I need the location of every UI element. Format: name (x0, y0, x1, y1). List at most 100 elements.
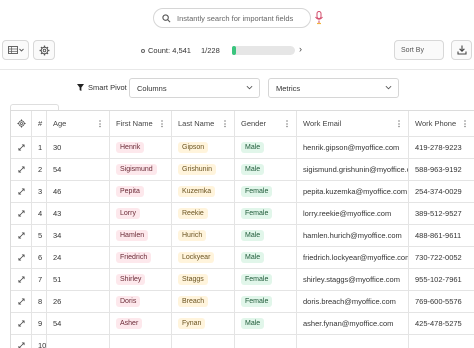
cell-age[interactable]: 54 (47, 313, 110, 334)
table-row[interactable]: 3 46 Pepita Kuzemka Female pepita.kuzemka@myo… (11, 181, 474, 203)
cell-work-phone[interactable]: 419-278-9223 (409, 137, 474, 158)
search-input[interactable] (177, 13, 307, 23)
cell-gender[interactable]: Male (235, 159, 297, 180)
cell-last-name[interactable]: Staggs (172, 269, 235, 290)
cell-work-email[interactable]: pepita.kuzemka@myoffice.com (297, 181, 409, 202)
column-settings-cell[interactable] (11, 111, 32, 136)
cell-first-name[interactable]: Shirley (110, 269, 172, 290)
column-menu-icon[interactable]: ⋮ (283, 119, 291, 128)
header-gender[interactable]: Gender ⋮ (235, 111, 297, 136)
cell-gender[interactable]: Male (235, 247, 297, 268)
table-row[interactable]: 7 51 Shirley Staggs Female shirley.staggs@myo… (11, 269, 474, 291)
expand-row-icon[interactable] (11, 181, 32, 202)
header-work-phone[interactable]: Work Phone ⋮ (409, 111, 474, 136)
cell-index[interactable]: 9 (32, 313, 47, 334)
cell-work-phone[interactable]: 588-963-9192 (409, 159, 474, 180)
sort-by-dropdown[interactable]: Sort By (394, 40, 444, 60)
cell-index[interactable]: 6 (32, 247, 47, 268)
cell-gender[interactable]: Male (235, 313, 297, 334)
cell-gender[interactable] (235, 335, 297, 348)
expand-row-icon[interactable] (11, 335, 32, 348)
table-row[interactable]: 10 (11, 335, 474, 348)
table-row[interactable]: 8 26 Doris Breach Female doris.breach@myoffic… (11, 291, 474, 313)
cell-last-name[interactable]: Gipson (172, 137, 235, 158)
cell-first-name[interactable] (110, 335, 172, 348)
cell-last-name[interactable]: Reekie (172, 203, 235, 224)
cell-first-name[interactable]: Asher (110, 313, 172, 334)
smart-pivot-toggle[interactable]: Smart Pivot (77, 83, 127, 92)
table-row[interactable]: 9 54 Asher Fynan Male asher.fynan@myoffice.co… (11, 313, 474, 335)
cell-last-name[interactable]: Grishunin (172, 159, 235, 180)
expand-row-icon[interactable] (11, 225, 32, 246)
cell-index[interactable]: 7 (32, 269, 47, 290)
cell-gender[interactable]: Female (235, 203, 297, 224)
page-progress-slider[interactable] (232, 46, 295, 55)
download-button[interactable] (451, 40, 472, 60)
expand-row-icon[interactable] (11, 269, 32, 290)
cell-work-phone[interactable]: 769-600-5576 (409, 291, 474, 312)
expand-row-icon[interactable] (11, 247, 32, 268)
cell-index[interactable]: 1 (32, 137, 47, 158)
search-bar[interactable] (153, 8, 311, 28)
cell-last-name[interactable]: Hurich (172, 225, 235, 246)
table-row[interactable]: 6 24 Friedrich Lockyear Male friedrich.lockye… (11, 247, 474, 269)
cell-first-name[interactable]: Henrik (110, 137, 172, 158)
header-last-name[interactable]: Last Name ⋮ (172, 111, 235, 136)
column-menu-icon[interactable]: ⋮ (221, 119, 229, 128)
cell-work-email[interactable]: lorry.reekie@myoffice.com (297, 203, 409, 224)
table-row[interactable]: 2 54 Sigismund Grishunin Male sigismund.grish… (11, 159, 474, 181)
cell-work-phone[interactable]: 254-374-0029 (409, 181, 474, 202)
cell-work-email[interactable]: asher.fynan@myoffice.com (297, 313, 409, 334)
cell-last-name[interactable] (172, 335, 235, 348)
cell-age[interactable]: 51 (47, 269, 110, 290)
view-toggle-button[interactable] (2, 40, 29, 60)
cell-age[interactable]: 54 (47, 159, 110, 180)
cell-index[interactable]: 10 (32, 335, 47, 348)
cell-age[interactable]: 24 (47, 247, 110, 268)
metrics-select[interactable]: Metrics (268, 78, 399, 98)
cell-age[interactable] (47, 335, 110, 348)
cell-first-name[interactable]: Sigismund (110, 159, 172, 180)
cell-work-email[interactable]: friedrich.lockyear@myoffice.com (297, 247, 409, 268)
expand-row-icon[interactable] (11, 291, 32, 312)
expand-row-icon[interactable] (11, 313, 32, 334)
cell-work-email[interactable]: doris.breach@myoffice.com (297, 291, 409, 312)
columns-select[interactable]: Columns (129, 78, 260, 98)
cell-age[interactable]: 30 (47, 137, 110, 158)
cell-work-phone[interactable]: 488-861-9611 (409, 225, 474, 246)
cell-work-phone[interactable] (409, 335, 474, 348)
cell-work-email[interactable]: hamlen.hurich@myoffice.com (297, 225, 409, 246)
cell-age[interactable]: 43 (47, 203, 110, 224)
cell-first-name[interactable]: Doris (110, 291, 172, 312)
cell-last-name[interactable]: Lockyear (172, 247, 235, 268)
cell-index[interactable]: 2 (32, 159, 47, 180)
column-menu-icon[interactable]: ⋮ (461, 119, 469, 128)
cell-last-name[interactable]: Fynan (172, 313, 235, 334)
cell-work-phone[interactable]: 730-722-0052 (409, 247, 474, 268)
cell-index[interactable]: 8 (32, 291, 47, 312)
cell-age[interactable]: 26 (47, 291, 110, 312)
expand-row-icon[interactable] (11, 137, 32, 158)
cell-age[interactable]: 34 (47, 225, 110, 246)
table-row[interactable]: 4 43 Lorry Reekie Female lorry.reekie@myoffic… (11, 203, 474, 225)
cell-work-email[interactable] (297, 335, 409, 348)
cell-first-name[interactable]: Friedrich (110, 247, 172, 268)
cell-index[interactable]: 5 (32, 225, 47, 246)
cell-work-email[interactable]: henrik.gipson@myoffice.com (297, 137, 409, 158)
table-row[interactable]: 5 34 Hamlen Hurich Male hamlen.hurich@myoffic… (11, 225, 474, 247)
cell-first-name[interactable]: Lorry (110, 203, 172, 224)
cell-gender[interactable]: Male (235, 225, 297, 246)
cell-first-name[interactable]: Pepita (110, 181, 172, 202)
cell-gender[interactable]: Male (235, 137, 297, 158)
cell-work-phone[interactable]: 425-478-5275 (409, 313, 474, 334)
cell-gender[interactable]: Female (235, 181, 297, 202)
table-row[interactable]: 1 30 Henrik Gipson Male henrik.gipson@myoffic… (11, 137, 474, 159)
cell-work-phone[interactable]: 955-102-7961 (409, 269, 474, 290)
column-menu-icon[interactable]: ⋮ (158, 119, 166, 128)
expand-row-icon[interactable] (11, 203, 32, 224)
cell-work-email[interactable]: sigismund.grishunin@myoffice.com (297, 159, 409, 180)
cell-gender[interactable]: Female (235, 269, 297, 290)
header-age[interactable]: Age ⋮ (47, 111, 110, 136)
header-work-email[interactable]: Work Email ⋮ (297, 111, 409, 136)
cell-index[interactable]: 3 (32, 181, 47, 202)
